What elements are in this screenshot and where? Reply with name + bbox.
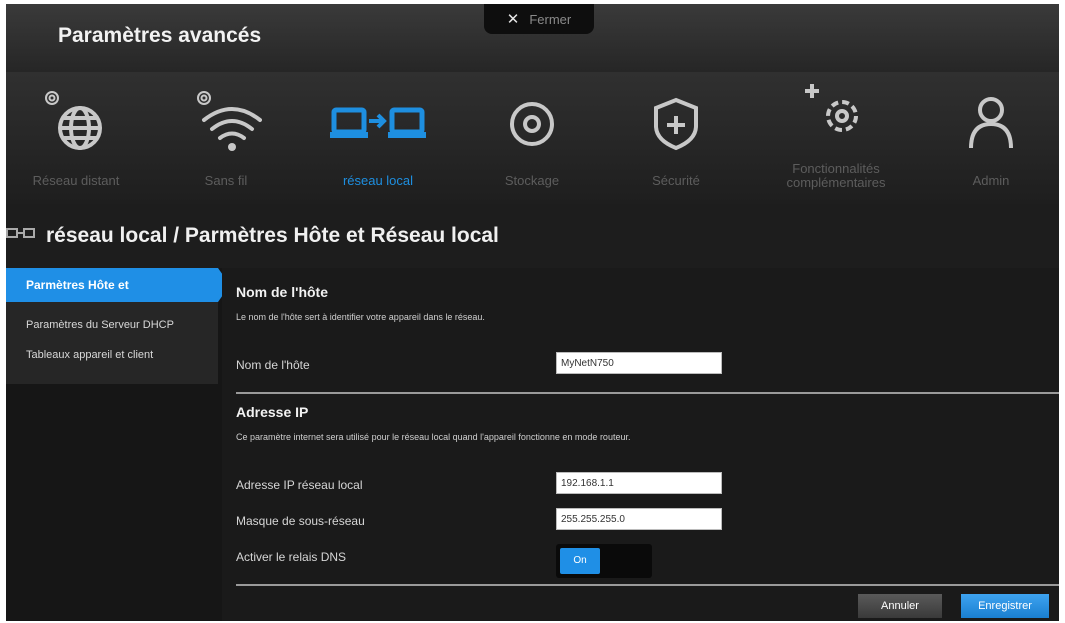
save-button[interactable]: Enregistrer	[961, 594, 1049, 618]
section-divider	[236, 584, 1059, 586]
globe-icon	[45, 91, 102, 150]
hostname-input[interactable]	[556, 352, 722, 374]
ip-section-title: Adresse IP	[236, 404, 309, 420]
toggle-on-label: On	[560, 548, 600, 574]
sidebar-item-device-tables[interactable]: Tableaux appareil et client	[6, 340, 218, 370]
sidebar-item-host-settings[interactable]: Parmètres Hôte et	[6, 268, 218, 302]
close-icon: ✕	[506, 11, 520, 28]
page-header-title: Paramètres avancés	[58, 24, 262, 47]
nav-item-storage[interactable]: Stockage	[472, 72, 592, 204]
shield-icon	[654, 97, 698, 151]
subnet-mask-label: Masque de sous-réseau	[236, 514, 365, 528]
user-icon	[969, 97, 1013, 149]
app-window: Paramètres avancés ✕ Fermer Réseau dista	[6, 4, 1059, 621]
nav-label: Réseau distant	[32, 173, 120, 188]
network-icon	[6, 228, 35, 238]
nav-label: réseau local	[342, 173, 414, 188]
page-title: réseau local / Parmètres Hôte et Réseau …	[46, 224, 499, 247]
nav-label: Stockage	[504, 173, 560, 188]
hostname-label: Nom de l'hôte	[236, 358, 310, 372]
nav-label: Sécurité	[652, 173, 700, 188]
dns-relay-label: Activer le relais DNS	[236, 550, 347, 564]
nav-item-local-network[interactable]: réseau local	[318, 72, 438, 204]
wifi-icon	[197, 91, 262, 151]
lan-ip-input[interactable]	[556, 472, 722, 494]
hostname-section-title: Nom de l'hôte	[236, 284, 328, 300]
nav-label: Sans fil	[204, 173, 248, 188]
section-divider	[236, 392, 1059, 394]
nav-item-additional-features[interactable]: Fonctionnalités complémentaires	[766, 72, 906, 204]
nav-item-admin[interactable]: Admin	[936, 72, 1046, 204]
close-label: Fermer	[529, 11, 572, 27]
header-bar: Paramètres avancés ✕ Fermer	[6, 4, 1059, 72]
page-title-bar: réseau local / Parmètres Hôte et Réseau …	[6, 204, 1059, 268]
ip-section-description: Ce paramètre internet sera utilisé pour …	[236, 432, 631, 442]
sidebar: Parmètres Hôte et Paramètres du Serveur …	[6, 268, 218, 384]
sidebar-item-dhcp[interactable]: Paramètres du Serveur DHCP	[6, 310, 218, 340]
dns-relay-toggle[interactable]: On	[556, 544, 652, 578]
nav-label-line1: Fonctionnalités	[792, 161, 880, 176]
nav-item-remote-network[interactable]: Réseau distant	[16, 72, 136, 204]
cancel-button[interactable]: Annuler	[858, 594, 942, 618]
nav-label-line2: complémentaires	[786, 175, 886, 190]
nav-item-wireless[interactable]: Sans fil	[166, 72, 286, 204]
main-nav: Réseau distant Sans fil réseau local Sto…	[6, 72, 1059, 204]
lan-ip-label: Adresse IP réseau local	[236, 478, 363, 492]
lan-icon	[330, 107, 426, 138]
hostname-section-description: Le nom de l'hôte sert à identifier votre…	[236, 312, 485, 322]
settings-content: Nom de l'hôte Le nom de l'hôte sert à id…	[222, 268, 1059, 621]
gears-icon	[805, 84, 858, 132]
nav-item-security[interactable]: Sécurité	[616, 72, 736, 204]
close-button[interactable]: ✕ Fermer	[484, 4, 594, 34]
subnet-mask-input[interactable]	[556, 508, 722, 530]
nav-label: Admin	[972, 173, 1010, 188]
storage-icon	[510, 102, 554, 146]
